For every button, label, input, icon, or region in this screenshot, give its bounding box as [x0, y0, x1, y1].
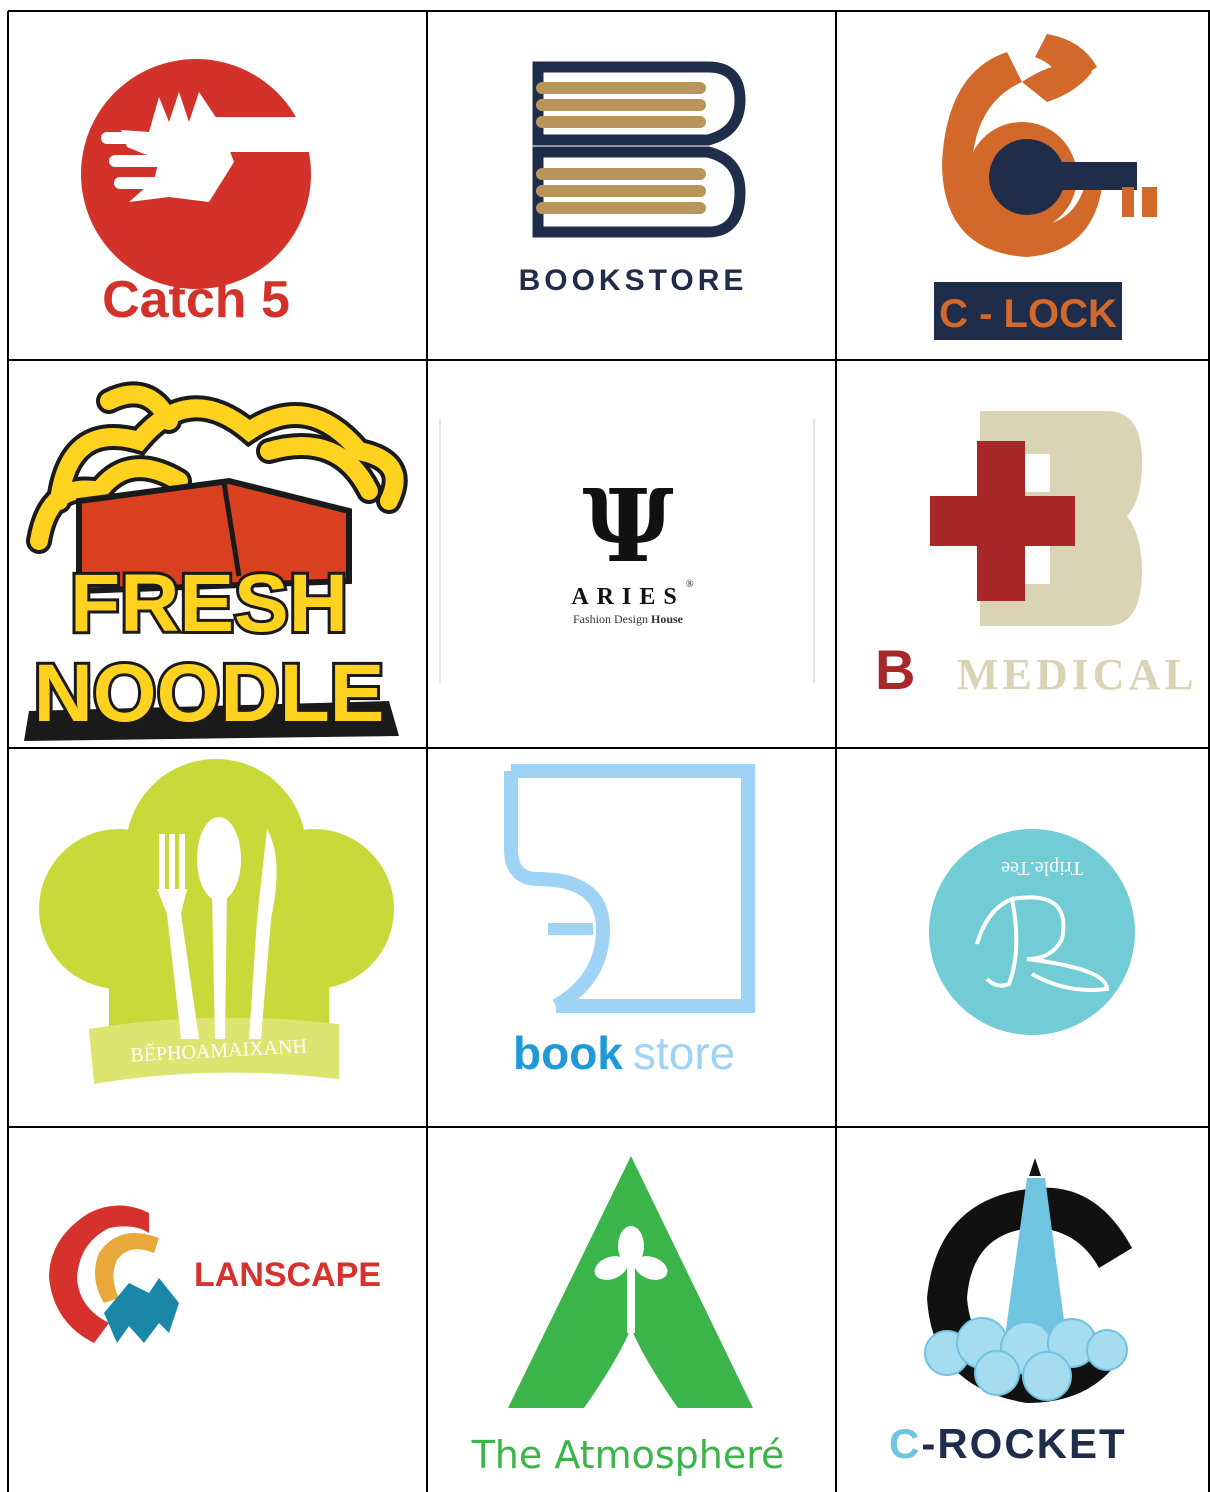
atmosphere-logo: The Atmospheré [428, 1128, 835, 1492]
b-medical-letter: B [875, 638, 915, 701]
crocket-logo: C-ROCKET [837, 1128, 1210, 1492]
aries-tagline-b: House [651, 612, 684, 626]
aries-mark: Ψ [582, 467, 673, 585]
bookstore-light-logo: book store [428, 749, 835, 1126]
clock-logo: C - LOCK [837, 12, 1210, 359]
catch5-logo: Catch 5 [9, 12, 426, 359]
triple-tee-label: Triple.Tee [1001, 857, 1083, 879]
logo-grid: Catch 5 BOOKSTORE C - LOCK FRESH NOODLE … [0, 0, 1210, 1492]
bookstore-dark-logo: BOOKSTORE [428, 12, 835, 359]
noodle-label: NOODLE [34, 648, 385, 739]
aries-logo: Ψ ARIES ® Fashion Design House [428, 361, 835, 747]
lanscape-logo: LANSCAPE [9, 1128, 426, 1492]
bookstore-light-part2: store [633, 1027, 735, 1079]
aries-name: ARIES [571, 584, 684, 610]
aries-tagline-a: Fashion Design [573, 612, 651, 626]
clock-label: C - LOCK [939, 292, 1117, 336]
bep-logo: BẾPHOAMAIXANH [9, 749, 426, 1126]
svg-text:Fashion Design House: Fashion Design House [573, 612, 684, 626]
crocket-rest: -ROCKET [921, 1420, 1126, 1467]
atmosphere-label: The Atmospheré [471, 1433, 785, 1477]
bookstore-dark-label: BOOKSTORE [519, 264, 748, 297]
crocket-c: C [889, 1420, 921, 1467]
triple-tee-logo: Triple.Tee [837, 749, 1210, 1126]
fresh-label: FRESH [70, 558, 348, 649]
catch5-label: Catch 5 [102, 271, 290, 329]
svg-text:C-ROCKET: C-ROCKET [889, 1420, 1127, 1467]
b-medical-word: MEDICAL [957, 650, 1198, 699]
bookstore-light-part1: book [513, 1027, 623, 1079]
b-medical-logo: B MEDICAL [837, 361, 1210, 747]
aries-reg: ® [686, 579, 694, 590]
fresh-noodle-logo: FRESH NOODLE [9, 361, 426, 747]
lanscape-label: LANSCAPE [194, 1256, 381, 1294]
